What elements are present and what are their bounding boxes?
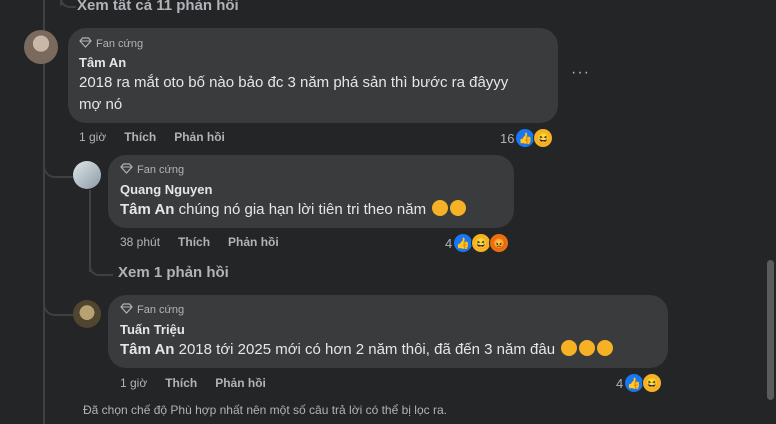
like-icon: 👍 — [453, 233, 474, 253]
comment-text-body: 2018 tới 2025 mới có hơn 2 năm thôi, đã … — [174, 341, 556, 358]
badge-label: Fan cứng — [137, 304, 185, 316]
laughing-emoji-icon — [432, 200, 449, 216]
reply-button[interactable]: Phản hồi — [215, 376, 266, 390]
comment-author[interactable]: Tuấn Triệu — [120, 322, 185, 337]
haha-icon: 😆 — [533, 128, 554, 148]
diamond-icon — [79, 37, 92, 51]
thread-curve-reply1 — [43, 158, 73, 178]
like-icon: 👍 — [515, 128, 536, 148]
comment-actions: 38 phút Thích Phản hồi — [120, 235, 279, 249]
filter-notice: Đã chọn chế độ Phù hợp nhất nên một số c… — [83, 403, 447, 417]
comment-text-body: chúng nó gia hạn lời tiên tri theo năm — [174, 201, 427, 218]
comment-actions: 1 giờ Thích Phản hồi — [79, 130, 225, 144]
like-button[interactable]: Thích — [165, 376, 197, 390]
avatar[interactable] — [24, 30, 58, 64]
like-icon: 👍 — [624, 373, 645, 393]
angry-icon: 😡 — [489, 233, 510, 253]
reaction-summary[interactable]: 4 👍 😆 😡 — [445, 233, 510, 253]
reaction-count: 16 — [500, 130, 515, 146]
laughing-emoji-icon — [579, 340, 596, 356]
badge-label: Fan cứng — [96, 38, 144, 50]
scrollbar-thumb[interactable] — [767, 260, 774, 400]
timestamp[interactable]: 1 giờ — [79, 130, 106, 144]
timestamp[interactable]: 38 phút — [120, 235, 160, 249]
reaction-summary[interactable]: 16 👍 😆 — [500, 128, 554, 148]
comment-text-line: mợ nó — [79, 96, 123, 113]
comment-text-line: 2018 ra mắt oto bố nào bảo đc 3 năm phá … — [79, 74, 509, 91]
rolling-laughing-emoji-icon — [561, 340, 578, 356]
comment-text: 2018 ra mắt oto bố nào bảo đc 3 năm phá … — [79, 72, 554, 116]
like-button[interactable]: Thích — [124, 130, 156, 144]
avatar[interactable] — [73, 300, 101, 328]
view-all-replies-link[interactable]: Xem tất cả 11 phản hồi — [77, 0, 239, 14]
diamond-icon — [120, 163, 133, 177]
reaction-count: 4 — [616, 375, 624, 391]
comment-author[interactable]: Tâm An — [79, 55, 126, 70]
like-button[interactable]: Thích — [178, 235, 210, 249]
laughing-emoji-icon — [450, 200, 467, 216]
laughing-emoji-icon — [597, 340, 614, 356]
haha-icon: 😆 — [642, 373, 663, 393]
badge-label: Fan cứng — [137, 164, 185, 176]
fan-badge: Fan cứng — [120, 163, 184, 177]
reply-button[interactable]: Phản hồi — [174, 130, 225, 144]
more-options-icon[interactable]: ··· — [571, 64, 590, 82]
comment-actions: 1 giờ Thích Phản hồi — [120, 376, 266, 390]
haha-icon: 😆 — [471, 233, 492, 253]
view-replies-link[interactable]: Xem 1 phản hồi — [118, 264, 229, 281]
reply-button[interactable]: Phản hồi — [228, 235, 279, 249]
reaction-count: 4 — [445, 235, 453, 251]
fan-badge: Fan cứng — [79, 37, 143, 51]
fan-badge: Fan cứng — [120, 303, 184, 317]
timestamp[interactable]: 1 giờ — [120, 376, 147, 390]
thread-curve-reply2 — [43, 298, 73, 316]
mention-link[interactable]: Tâm An — [120, 341, 174, 358]
thread-curve-top — [60, 0, 76, 8]
comment-text: Tâm An 2018 tới 2025 mới có hơn 2 năm th… — [120, 339, 614, 361]
thread-curve-viewreplies — [89, 258, 113, 276]
mention-link[interactable]: Tâm An — [120, 201, 174, 218]
avatar[interactable] — [73, 161, 101, 189]
comment-author[interactable]: Quang Nguyen — [120, 182, 212, 197]
reaction-summary[interactable]: 4 👍 😆 — [616, 373, 663, 393]
comment-text: Tâm An chúng nó gia hạn lời tiên tri the… — [120, 199, 467, 221]
diamond-icon — [120, 303, 133, 317]
